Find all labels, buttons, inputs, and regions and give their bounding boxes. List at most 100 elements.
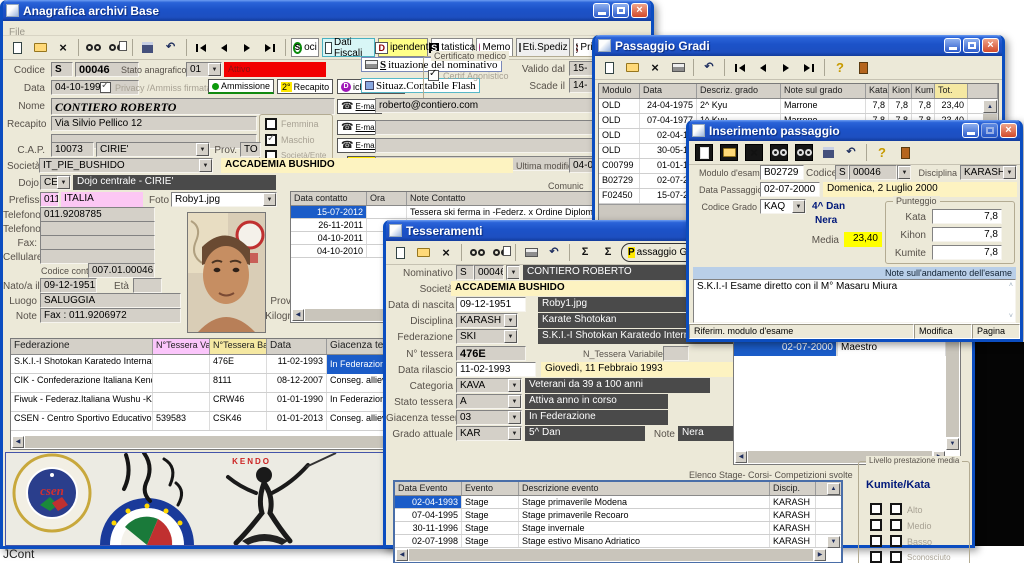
scroll-down-button[interactable]: ˅ — [1009, 313, 1013, 320]
find-next-button[interactable] — [107, 38, 127, 57]
nominativo-code-field[interactable]: 00046 — [474, 265, 504, 280]
disciplina-combo[interactable]: KARASH — [960, 165, 1017, 180]
chevron-down-icon[interactable] — [792, 200, 805, 213]
codice-prefix-field[interactable]: S — [51, 62, 73, 77]
open-button[interactable] — [622, 58, 642, 77]
find-next-button[interactable] — [793, 143, 815, 162]
scroll-down-button[interactable]: ▼ — [946, 438, 959, 450]
undo-button[interactable] — [841, 143, 861, 162]
event-row[interactable]: 30-11-1996 Stage Stage invernale KARASH — [395, 522, 841, 535]
passaggio-item[interactable]: 02-07-2000 Maestro — [734, 341, 960, 356]
maximize-button[interactable] — [612, 3, 629, 18]
certif-agonistico-checkbox[interactable] — [428, 70, 439, 81]
scroll-up-button[interactable]: ˄ — [1009, 282, 1013, 289]
event-row[interactable]: 02-07-1998 Stage Stage estivo Misano Adr… — [395, 535, 841, 548]
chevron-down-icon[interactable] — [196, 143, 209, 156]
first-record-button[interactable] — [191, 38, 211, 57]
prev-record-button[interactable] — [214, 38, 234, 57]
undo-button[interactable] — [544, 243, 564, 262]
chevron-down-icon[interactable] — [508, 411, 521, 424]
close-button[interactable] — [982, 38, 999, 53]
close-button[interactable] — [1000, 123, 1017, 138]
last-record-button[interactable] — [260, 38, 280, 57]
kata-alto-checkbox[interactable] — [890, 503, 902, 515]
codice-grado-combo[interactable]: KAQ — [760, 199, 806, 214]
dojo-combo[interactable]: CEN — [40, 175, 71, 190]
kumite-alto-checkbox[interactable] — [870, 503, 882, 515]
print-button[interactable] — [668, 58, 688, 77]
chevron-down-icon[interactable] — [263, 193, 276, 206]
scroll-left-button[interactable]: ◀ — [735, 451, 747, 463]
scroll-right-button[interactable]: ▶ — [814, 549, 826, 561]
new-button[interactable] — [7, 38, 27, 57]
maschio-checkbox[interactable] — [265, 134, 277, 146]
scroll-up-button[interactable]: ▲ — [983, 100, 997, 113]
giacenza-combo[interactable]: 03 — [456, 410, 522, 425]
delete-button[interactable] — [645, 58, 665, 77]
codice-prefix-field[interactable]: S — [835, 165, 849, 180]
first-record-button[interactable] — [730, 58, 750, 77]
scroll-left-button[interactable]: ◀ — [396, 549, 408, 561]
privacy-checkbox[interactable] — [100, 82, 111, 93]
data-passaggio-field[interactable]: 02-07-2000 — [760, 182, 820, 197]
next-record-button[interactable] — [237, 38, 257, 57]
exit-button[interactable] — [895, 143, 915, 162]
nominativo-prefix-field[interactable]: S — [456, 265, 474, 280]
federazione-combo[interactable]: SKI — [456, 329, 518, 344]
delete-button[interactable] — [53, 38, 73, 57]
chevron-down-icon[interactable] — [208, 63, 221, 76]
undo-button[interactable] — [699, 58, 719, 77]
scroll-left-button[interactable]: ◀ — [292, 309, 304, 321]
menu-file[interactable]: File — [9, 27, 25, 38]
tessera-var-field[interactable] — [663, 346, 689, 361]
find-button[interactable] — [467, 243, 487, 262]
last-record-button[interactable] — [799, 58, 819, 77]
find-button[interactable] — [768, 143, 790, 162]
foto-combo[interactable]: Roby1.jpg — [171, 192, 277, 207]
chevron-down-icon[interactable] — [898, 166, 911, 179]
citta-combo[interactable]: CIRIE' — [96, 142, 210, 157]
recapito2-button[interactable]: 2°Recapito — [277, 79, 333, 94]
dati-fiscali-button[interactable]: Dati Fiscali — [322, 38, 376, 57]
kumite-field[interactable]: 7,8 — [932, 245, 1002, 260]
chevron-down-icon[interactable] — [57, 176, 70, 189]
maximize-button[interactable] — [963, 38, 980, 53]
grado-row[interactable]: OLD24-04-19752^ KyuMarrone7,87,87,823,40 — [599, 99, 998, 114]
sum2-button[interactable] — [598, 243, 618, 262]
kata-basso-checkbox[interactable] — [890, 535, 902, 547]
titlebar-anagrafica[interactable]: Anagrafica archivi Base — [3, 0, 651, 21]
kumite-sconosciuto-checkbox[interactable] — [870, 551, 882, 563]
help-button[interactable] — [872, 143, 892, 162]
delete-button[interactable] — [743, 143, 765, 162]
delete-button[interactable] — [436, 243, 456, 262]
nome-field[interactable]: CONTIERO ROBERTO — [51, 98, 335, 115]
prev-record-button[interactable] — [753, 58, 773, 77]
cellulare-field[interactable] — [40, 249, 155, 264]
rilascio-field[interactable]: 11-02-1993 — [456, 362, 536, 377]
luogo-field[interactable]: SALUGGIA — [40, 293, 181, 308]
chevron-down-icon[interactable] — [508, 379, 521, 392]
scroll-left-button[interactable]: ◀ — [12, 436, 24, 448]
codice-field[interactable]: 00046 — [849, 165, 897, 180]
kata-medio-checkbox[interactable] — [890, 519, 902, 531]
save-button[interactable] — [138, 38, 158, 57]
event-row[interactable]: 02-04-1993 Stage Stage primaverile Moden… — [395, 496, 841, 509]
eti-spediz-button[interactable]: Eti.Spediz — [516, 38, 570, 57]
nato-field[interactable]: 09-12-1951 — [40, 278, 97, 293]
find-button[interactable] — [84, 38, 104, 57]
nascita-field[interactable]: 09-12-1951 — [456, 297, 526, 312]
prefisso-field[interactable]: 011 — [40, 192, 59, 207]
find-next-button[interactable] — [490, 243, 510, 262]
undo-button[interactable] — [161, 38, 181, 57]
cap-field[interactable]: 10073 — [51, 142, 94, 157]
open-button[interactable] — [30, 38, 50, 57]
societa-combo[interactable]: IT_PIE_BUSHIDO — [39, 158, 213, 173]
new-button[interactable] — [599, 58, 619, 77]
minimize-button[interactable] — [962, 123, 979, 138]
categoria-combo[interactable]: KAVA — [456, 378, 522, 393]
print-button[interactable] — [521, 243, 541, 262]
kata-field[interactable]: 7,8 — [932, 209, 1002, 224]
modulo-esame-field[interactable]: B02729 — [760, 165, 804, 180]
ammissione-button[interactable]: Ammissione — [208, 79, 274, 94]
new-button[interactable] — [390, 243, 410, 262]
